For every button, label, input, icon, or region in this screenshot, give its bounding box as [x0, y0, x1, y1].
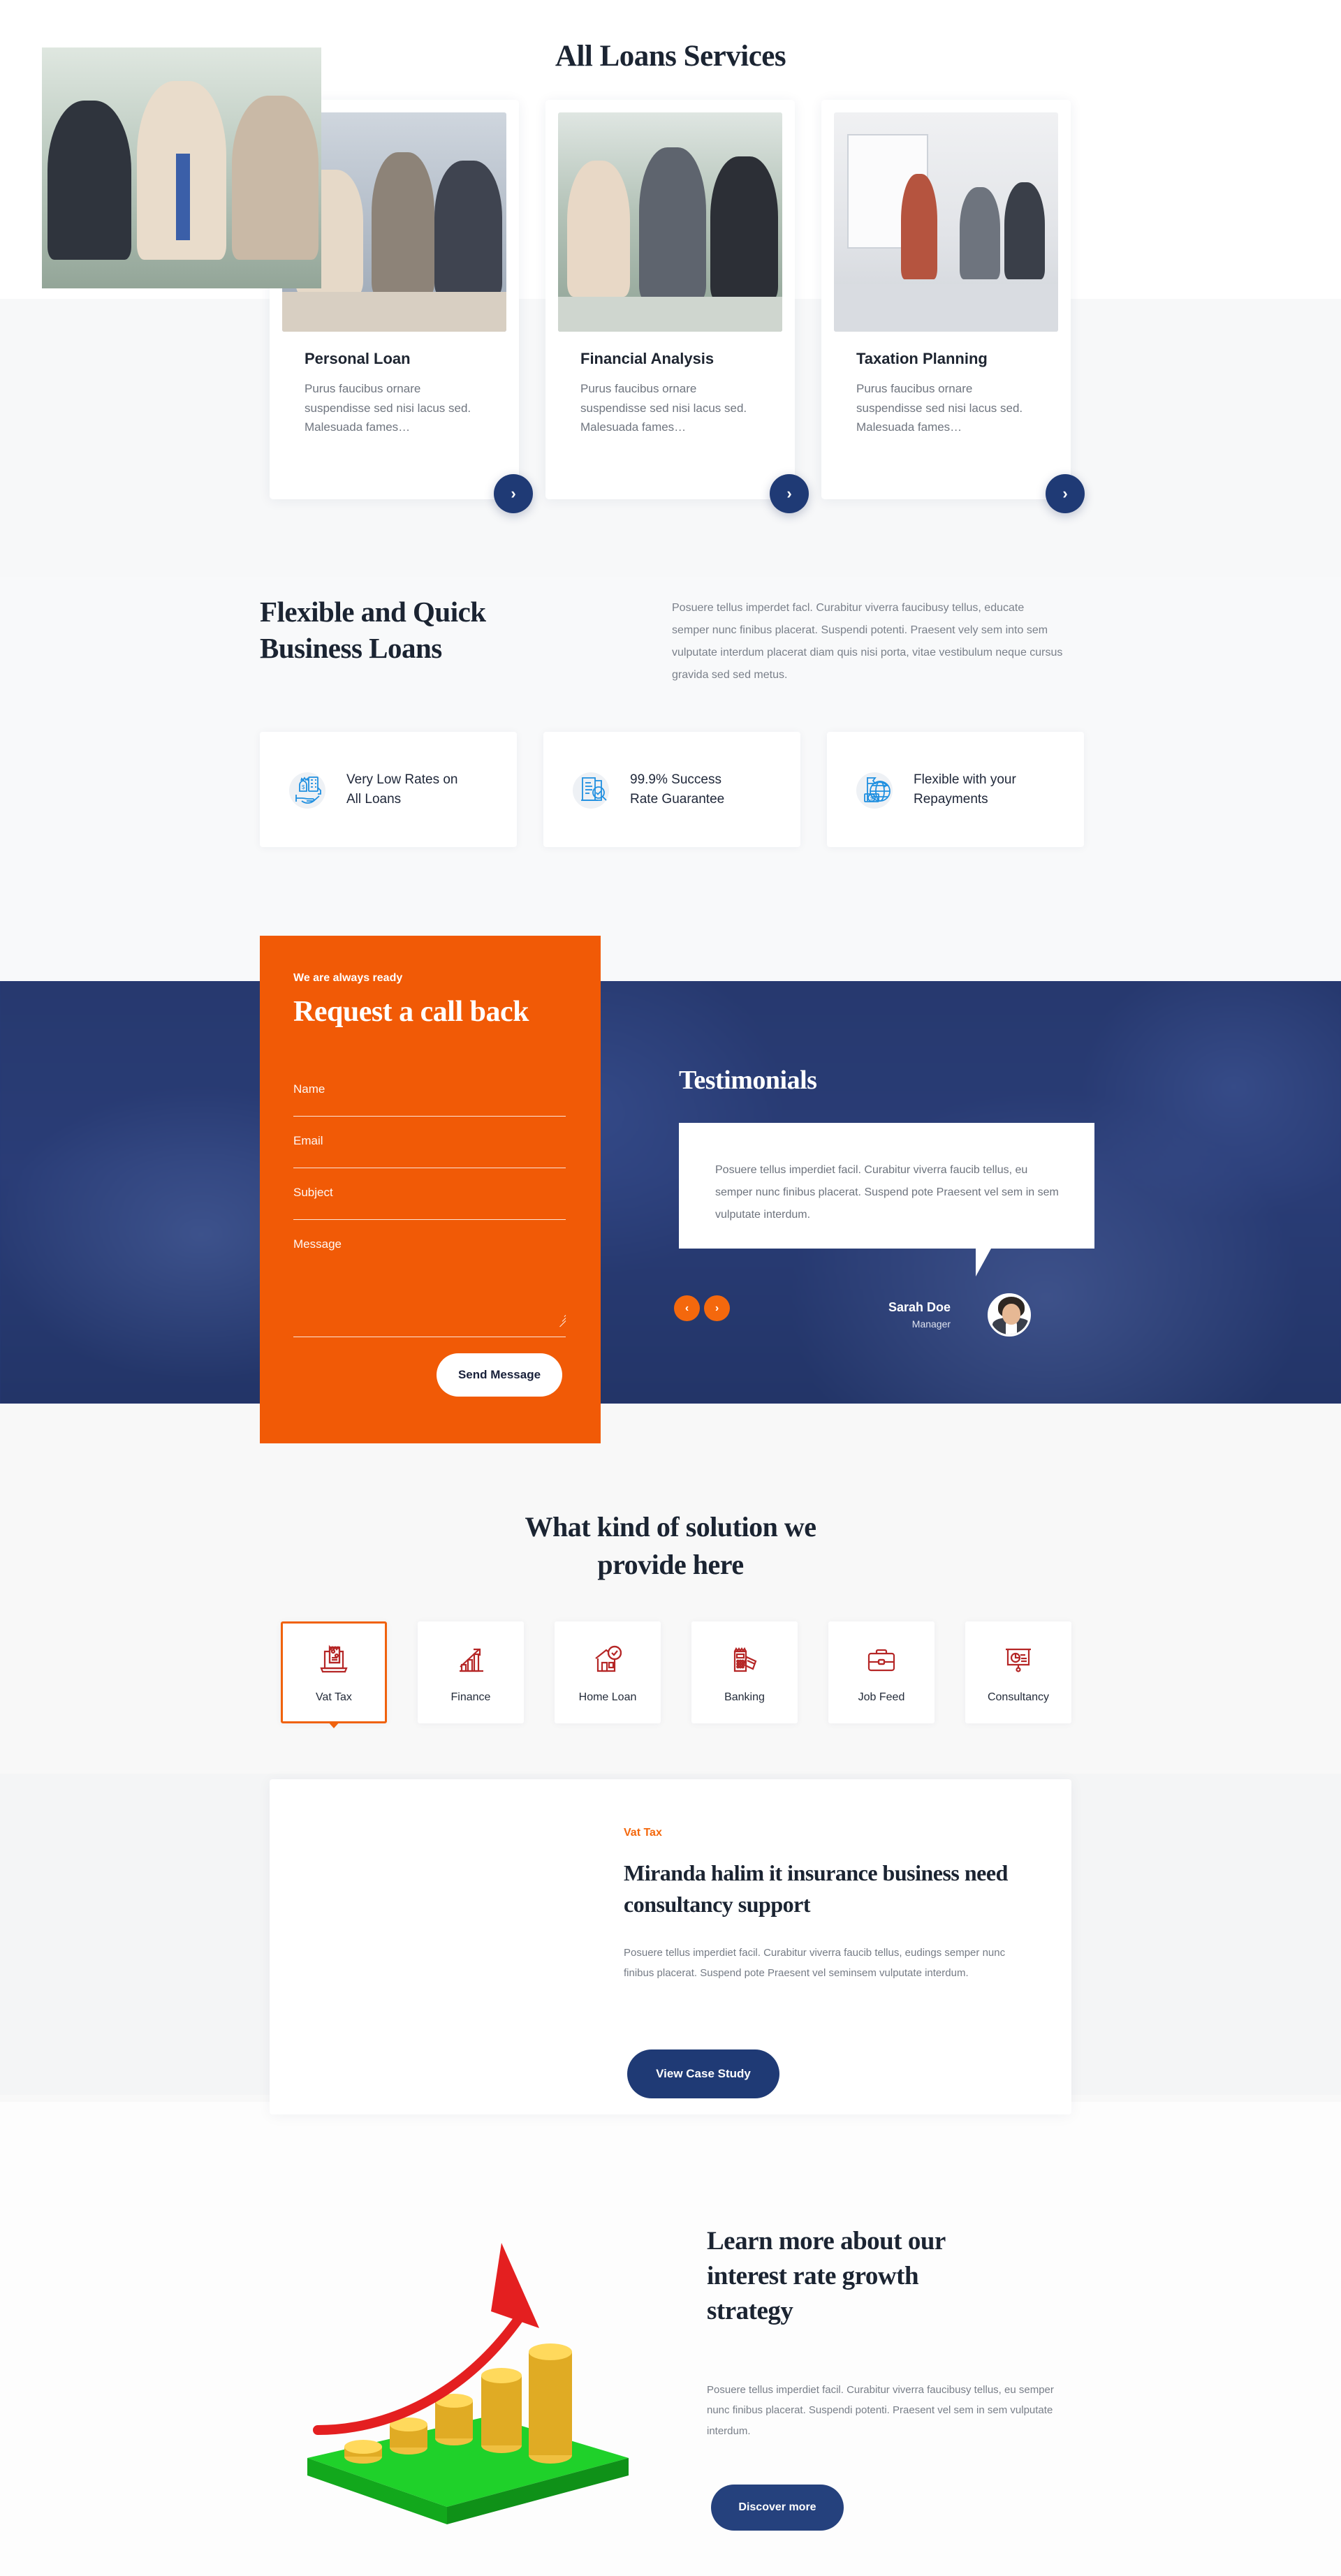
service-card-title: Personal Loan	[305, 350, 411, 367]
service-card-photo	[558, 112, 782, 332]
feature-box[interactable]: $ Flexible with your Repayments	[827, 732, 1084, 847]
growth-heading-line1: Learn more about our	[707, 2227, 946, 2255]
subject-field-input[interactable]	[293, 1219, 566, 1220]
growth-paragraph: Posuere tellus imperdiet facil. Curabitu…	[707, 2384, 1054, 2437]
service-card[interactable]: Taxation Planning Purus faucibus ornare …	[821, 100, 1085, 513]
tab-label: Home Loan	[578, 1691, 637, 1703]
solutions-tab-list: Vat Tax Finance Home Loan Banking Job Fe…	[281, 1621, 1071, 1728]
message-field-group: Message	[293, 1237, 566, 1337]
house-check-icon	[589, 1642, 626, 1681]
testimonial-author: Sarah Doe Manager	[888, 1300, 951, 1330]
tab-label: Vat Tax	[316, 1691, 352, 1703]
feature-box-label: Very Low Rates on All Loans	[346, 770, 457, 809]
view-case-study-button[interactable]: View Case Study	[627, 2049, 779, 2098]
growth-illustration	[279, 2179, 657, 2528]
testimonial-quote-bubble: Posuere tellus imperdiet facil. Curabitu…	[679, 1123, 1094, 1276]
solutions-heading-line2: provide here	[597, 1549, 744, 1580]
tab-job-feed[interactable]: Job Feed	[828, 1621, 935, 1723]
landing-page: All Loans Services Personal Loan Purus f…	[0, 0, 1341, 2576]
callback-form-kicker: We are always ready	[293, 972, 403, 984]
flexible-paragraph: Posuere tellus imperdet facl. Curabitur …	[672, 602, 1063, 681]
feature-label-line1: Very Low Rates on	[346, 772, 458, 787]
growth-bar-chart-icon	[453, 1642, 489, 1681]
flexible-heading-line2: Business Loans	[260, 632, 442, 665]
section-band-growth	[0, 2102, 1341, 2576]
tab-consultancy[interactable]: Consultancy	[965, 1621, 1071, 1723]
globe-flag-dollar-icon: $	[855, 768, 898, 811]
service-card-photo	[834, 112, 1058, 332]
growth-heading-line3: strategy	[707, 2296, 793, 2325]
tab-vat-tax[interactable]: Vat Tax	[281, 1621, 387, 1728]
bubble-tail	[976, 1249, 991, 1276]
testimonial-prev-button[interactable]: ‹	[674, 1295, 700, 1321]
testimonials-band	[0, 981, 1341, 1404]
service-card-description: Purus faucibus ornare suspendisse sed ni…	[305, 382, 471, 434]
tab-banking[interactable]: Banking	[691, 1621, 798, 1723]
feature-box-label: 99.9% Success Rate Guarantee	[630, 770, 724, 809]
pos-terminal-card-icon	[726, 1642, 763, 1681]
testimonial-navigation: ‹ ›	[674, 1295, 730, 1321]
service-card-arrow-button[interactable]: ›	[770, 474, 809, 513]
flexible-heading-line1: Flexible and Quick	[260, 596, 486, 628]
textarea-resize-handle[interactable]	[557, 1313, 566, 1327]
briefcase-icon	[863, 1642, 900, 1681]
feature-label-line1: 99.9% Success	[630, 772, 721, 787]
subject-field-label: Subject	[293, 1186, 333, 1199]
feature-label-line2: All Loans	[346, 791, 402, 807]
tab-home-loan[interactable]: Home Loan	[555, 1621, 661, 1723]
testimonial-quote-text: Posuere tellus imperdiet facil. Curabitu…	[715, 1164, 1059, 1221]
feature-label-line2: Rate Guarantee	[630, 791, 725, 807]
flexible-heading: Flexible and Quick Business Loans	[260, 594, 651, 667]
solutions-heading: What kind of solution we provide here	[0, 1508, 1341, 1584]
tab-label: Job Feed	[858, 1691, 905, 1703]
solutions-heading-line1: What kind of solution we	[525, 1511, 816, 1543]
svg-text:$: $	[870, 796, 873, 801]
name-field-group: Name	[293, 1082, 566, 1117]
svg-text:$: $	[302, 784, 305, 790]
service-card-title: Taxation Planning	[856, 350, 988, 367]
testimonial-author-name: Sarah Doe	[888, 1300, 951, 1314]
tax-receipt-laptop-icon	[316, 1642, 352, 1681]
email-field-group: Email	[293, 1134, 566, 1168]
document-magnifier-check-icon	[571, 768, 615, 811]
services-card-list: Personal Loan Purus faucibus ornare susp…	[270, 100, 1085, 513]
case-study-title: Miranda halim it insurance business need…	[624, 1860, 1008, 1917]
presentation-chart-icon	[1000, 1642, 1036, 1681]
subject-field-group: Subject	[293, 1186, 566, 1220]
testimonial-author-avatar	[988, 1293, 1031, 1337]
name-field-input[interactable]	[293, 1116, 566, 1117]
email-field-label: Email	[293, 1134, 323, 1147]
service-card[interactable]: Financial Analysis Purus faucibus ornare…	[545, 100, 809, 513]
money-bag-building-hand-icon: $	[288, 768, 331, 811]
service-card-arrow-button[interactable]: ›	[1046, 474, 1085, 513]
tab-finance[interactable]: Finance	[418, 1621, 524, 1723]
discover-more-button[interactable]: Discover more	[711, 2485, 844, 2531]
service-card-arrow-button[interactable]: ›	[494, 474, 533, 513]
feature-box-list: $ Very Low Rates on All Loans 99.9% Succ…	[260, 732, 1084, 847]
service-card-title: Financial Analysis	[580, 350, 715, 367]
active-tab-caret-icon	[328, 1721, 340, 1728]
service-card-description: Purus faucibus ornare suspendisse sed ni…	[856, 382, 1023, 434]
feature-label-line2: Repayments	[914, 791, 988, 807]
case-study-description: Posuere tellus imperdiet facil. Curabitu…	[624, 1947, 1006, 1980]
message-field-label: Message	[293, 1237, 342, 1251]
feature-box[interactable]: $ Very Low Rates on All Loans	[260, 732, 517, 847]
tab-label: Consultancy	[987, 1691, 1050, 1703]
testimonial-next-button[interactable]: ›	[704, 1295, 730, 1321]
growth-heading: Learn more about our interest rate growt…	[707, 2224, 1070, 2329]
name-field-label: Name	[293, 1082, 325, 1096]
testimonial-author-role: Manager	[911, 1318, 951, 1330]
case-study-kicker: Vat Tax	[624, 1827, 662, 1839]
feature-box-label: Flexible with your Repayments	[914, 770, 1016, 809]
testimonials-title: Testimonials	[679, 1066, 817, 1095]
callback-form-title: Request a call back	[293, 996, 529, 1028]
service-card-description: Purus faucibus ornare suspendisse sed ni…	[580, 382, 747, 434]
tab-label: Banking	[724, 1691, 765, 1703]
tab-label: Finance	[450, 1691, 491, 1703]
growth-heading-line2: interest rate growth	[707, 2261, 919, 2290]
feature-label-line1: Flexible with your	[914, 772, 1016, 787]
case-study-photo	[42, 47, 321, 288]
send-message-button[interactable]: Send Message	[437, 1353, 562, 1397]
feature-box[interactable]: 99.9% Success Rate Guarantee	[543, 732, 800, 847]
